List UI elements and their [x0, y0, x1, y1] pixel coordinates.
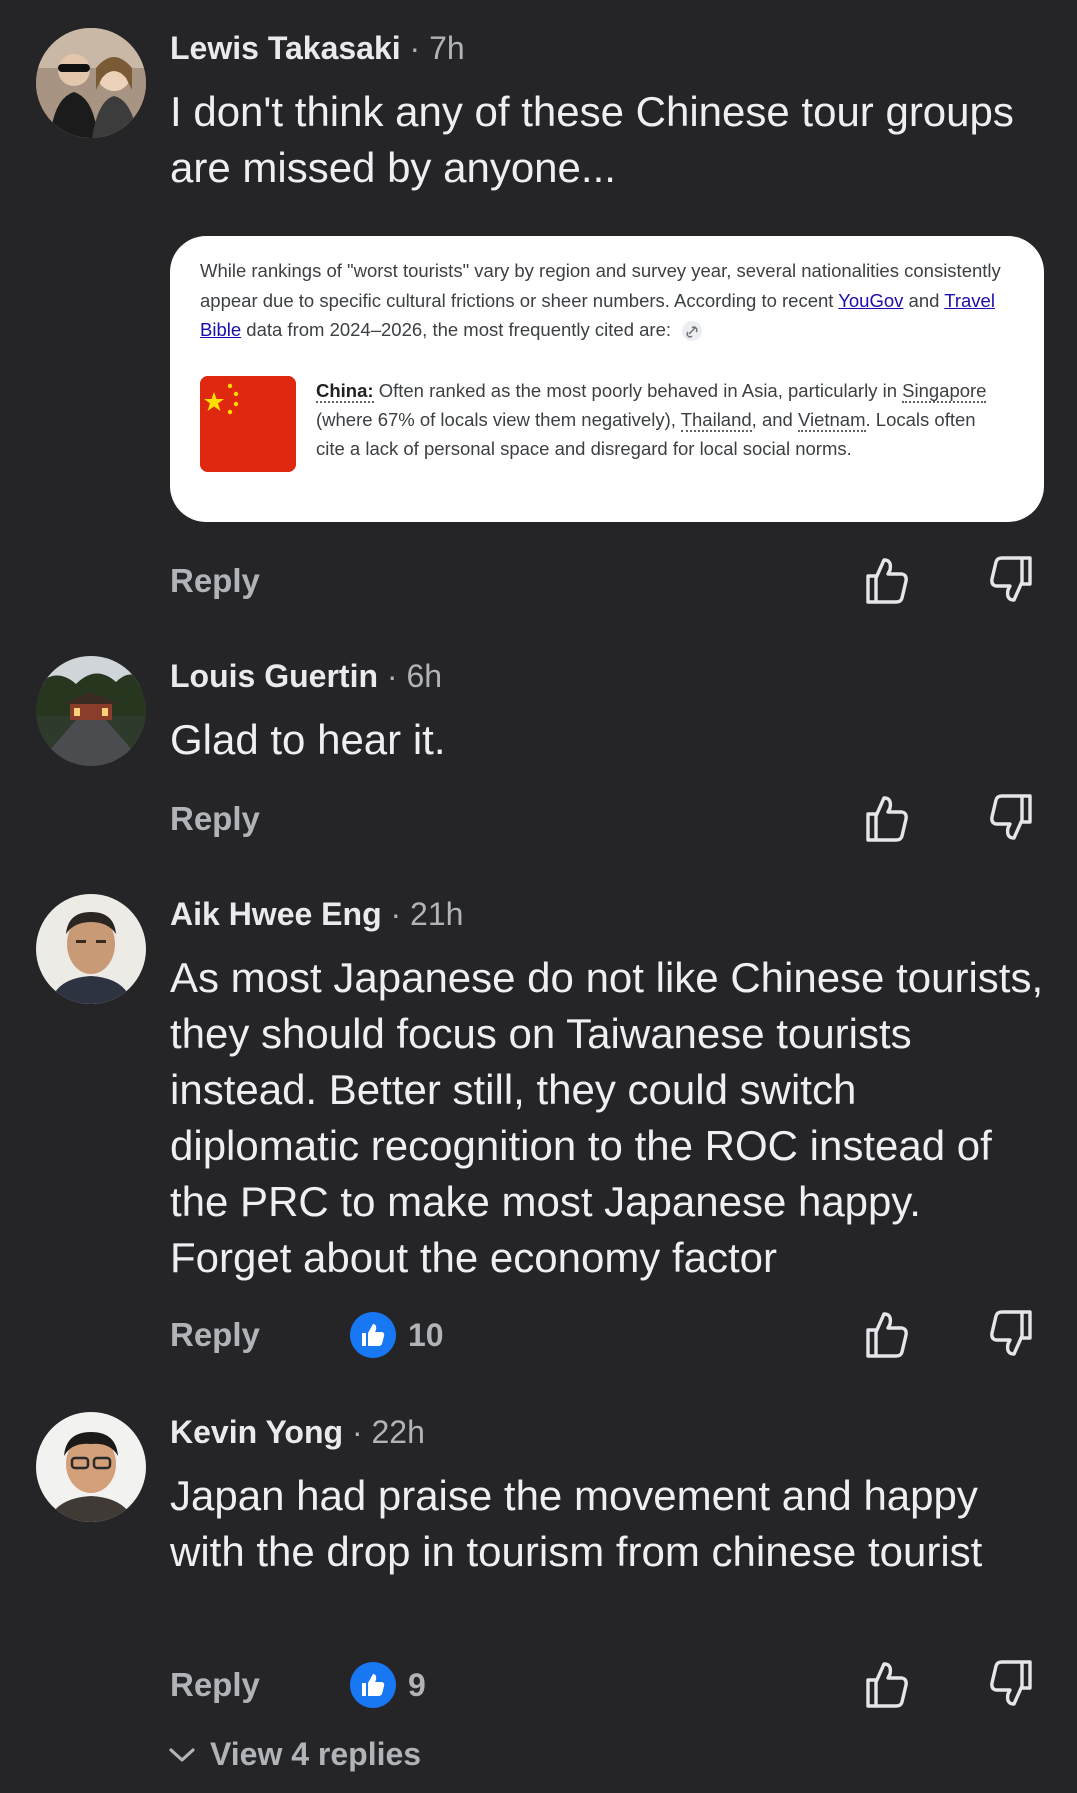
avatar[interactable] [36, 656, 146, 766]
avatar-photo [36, 1412, 146, 1522]
link-icon [682, 321, 703, 342]
desc-part: Often ranked as the most poorly behaved … [373, 380, 903, 401]
view-replies-button[interactable]: View 4 replies [168, 1736, 421, 1773]
comment-text: As most Japanese do not like Chinese tou… [170, 954, 1044, 1281]
commenter-name[interactable]: Louis Guertin [170, 658, 378, 694]
card-china-entry: China: Often ranked as the most poorly b… [316, 376, 1006, 463]
comment-time: · 21h [390, 896, 464, 932]
desc-part: , and [751, 409, 798, 430]
china-flag-icon [200, 376, 296, 472]
vietnam-term: Vietnam [797, 409, 866, 432]
like-count: 10 [408, 1316, 444, 1353]
reply-button[interactable]: Reply [170, 800, 260, 838]
thumbs-up-icon[interactable] [862, 554, 910, 606]
desc-part: (where 67% of locals view them negativel… [316, 409, 681, 430]
avatar-photo [36, 656, 146, 766]
comment-text: I don't think any of these Chinese tour … [170, 88, 1014, 191]
country-label: China: [316, 380, 374, 403]
reply-button[interactable]: Reply [170, 1316, 260, 1354]
thumbs-down-icon[interactable] [988, 1308, 1036, 1360]
avatar[interactable] [36, 28, 146, 138]
comment-actions: Reply [0, 790, 1077, 850]
comment-time: · 6h [386, 658, 443, 694]
comment-time: · 22h [351, 1414, 425, 1450]
avatar-photo [36, 28, 146, 138]
avatar[interactable] [36, 894, 146, 1004]
yougov-link: YouGov [838, 289, 904, 311]
like-badge-icon [350, 1312, 396, 1358]
avatar[interactable] [36, 1412, 146, 1522]
comment-actions: Reply 10 [0, 1306, 1077, 1366]
thumbs-down-icon[interactable] [988, 1658, 1036, 1710]
card-intro-end: data from 2024–2026, the most frequently… [241, 319, 672, 340]
card-intro: While rankings of "worst tourists" vary … [200, 256, 1020, 345]
reply-button[interactable]: Reply [170, 1666, 260, 1704]
commenter-name[interactable]: Lewis Takasaki [170, 30, 401, 66]
thumbs-up-icon[interactable] [862, 792, 910, 844]
thumbs-down-icon[interactable] [988, 554, 1036, 606]
comment-text: Glad to hear it. [170, 716, 446, 763]
comment-text: Japan had praise the movement and happy … [170, 1472, 983, 1575]
thumbs-up-icon[interactable] [862, 1308, 910, 1360]
like-badge-icon [350, 1662, 396, 1708]
thailand-term: Thailand [680, 409, 752, 432]
attached-screenshot-card: While rankings of "worst tourists" vary … [170, 236, 1044, 522]
commenter-name[interactable]: Aik Hwee Eng [170, 896, 382, 932]
reaction-count[interactable]: 9 [350, 1662, 426, 1708]
singapore-term: Singapore [902, 380, 987, 403]
thumbs-up-icon[interactable] [862, 1658, 910, 1710]
reaction-count[interactable]: 10 [350, 1312, 444, 1358]
commenter-name[interactable]: Kevin Yong [170, 1414, 343, 1450]
card-intro-and: and [903, 289, 945, 311]
avatar-photo [36, 894, 146, 1004]
like-count: 9 [408, 1666, 426, 1703]
comment-actions: Reply 9 [0, 1656, 1077, 1716]
thumbs-down-icon[interactable] [988, 792, 1036, 844]
comment-time: · 7h [409, 30, 465, 66]
chevron-down-icon [169, 1747, 195, 1762]
reply-button[interactable]: Reply [170, 562, 260, 600]
comment-actions: Reply [0, 552, 1077, 612]
view-replies-label: View 4 replies [210, 1736, 422, 1772]
